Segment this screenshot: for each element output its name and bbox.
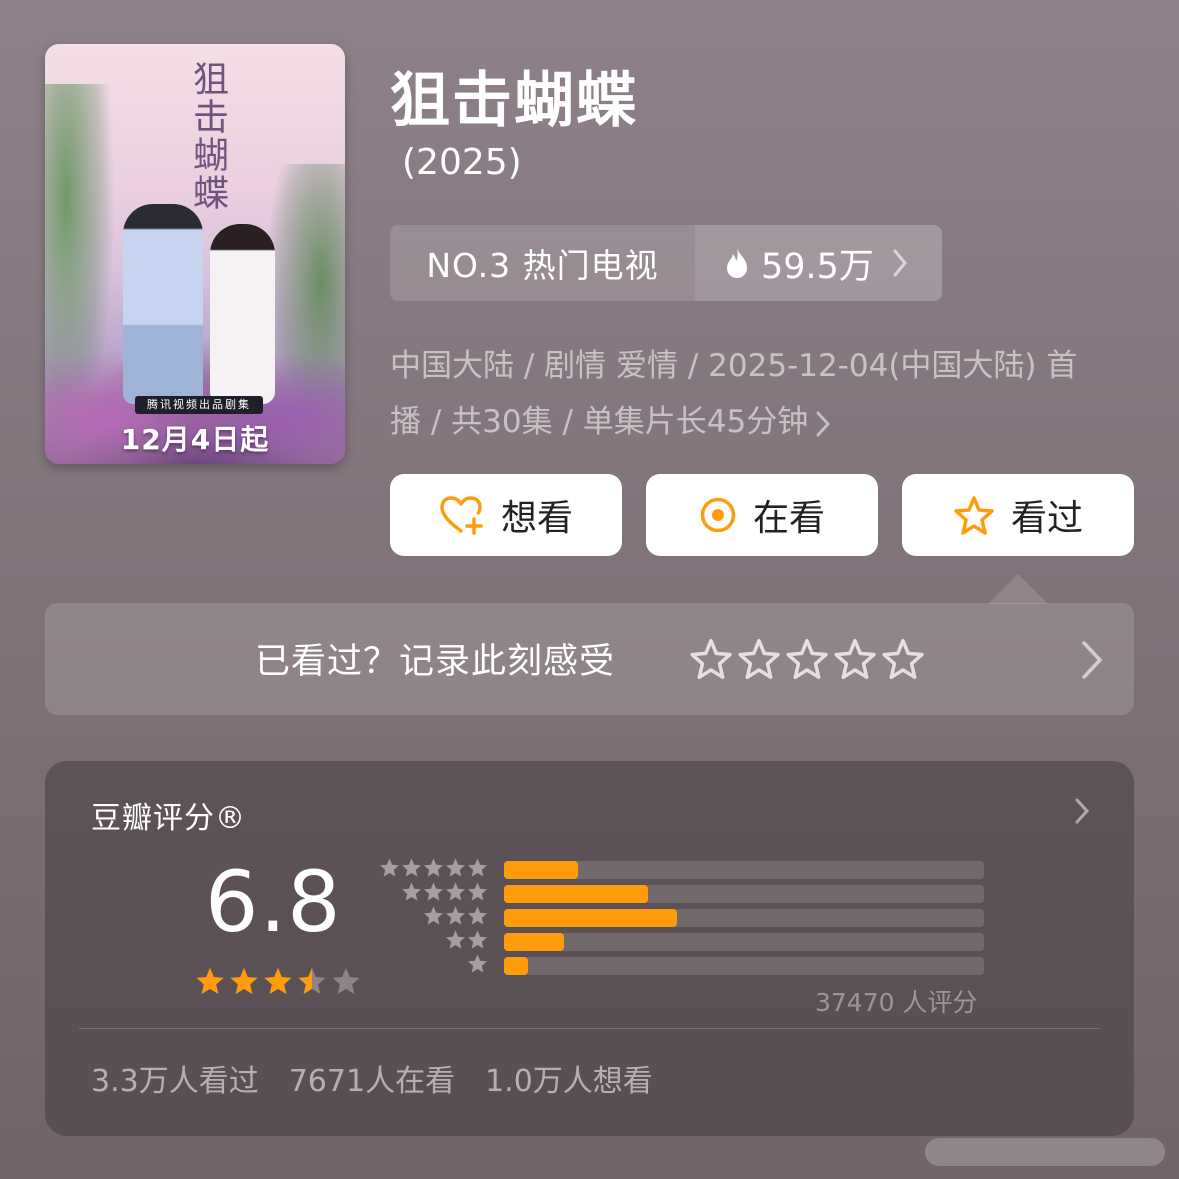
star-icon (468, 882, 487, 901)
distribution-track-1 (504, 957, 984, 975)
record-feeling-bar[interactable]: 已看过？记录此刻感受 (45, 603, 1134, 715)
chevron-right-icon (1075, 798, 1090, 824)
want-label: 想看 (500, 498, 573, 539)
flame-icon (727, 248, 747, 278)
watching-button[interactable]: 在看 (646, 474, 878, 556)
distribution-bar-2 (504, 933, 564, 951)
distribution-stars-1 (378, 953, 488, 974)
rank-pill[interactable]: NO.3 热门电视 59.5万 (390, 225, 942, 301)
distribution-bar-1 (504, 957, 528, 975)
show-year: (2025) (402, 142, 522, 183)
rating-input-star[interactable] (882, 638, 924, 680)
star-icon (446, 882, 465, 901)
target-icon (700, 497, 736, 533)
distribution-stars-2 (378, 929, 488, 950)
chevron-right-icon (893, 249, 907, 277)
distribution-stars-4 (378, 881, 488, 902)
stat-want: 1.0万人想看 (485, 1064, 653, 1099)
watermark (925, 1138, 1165, 1166)
distribution-track-3 (504, 909, 984, 927)
distribution-bar-5 (504, 861, 579, 879)
douban-rating-card[interactable]: 豆瓣评分® 6.8 37470 人评分 3.3万人看过 7671人在看 1.0万… (45, 761, 1134, 1136)
stat-watching: 7671人在看 (288, 1064, 456, 1099)
star-icon (424, 858, 443, 877)
star-icon (196, 967, 224, 994)
rating-input-stars[interactable] (690, 638, 924, 680)
star-icon (298, 967, 326, 994)
watched-label: 看过 (1010, 498, 1083, 539)
star-icon (402, 858, 421, 877)
distribution-track-2 (504, 933, 984, 951)
chevron-right-icon (1082, 641, 1103, 679)
distribution-track-5 (504, 861, 984, 879)
star-icon (468, 858, 487, 877)
poster-title-art: 狙击蝴蝶 (187, 60, 228, 212)
rating-label: 豆瓣评分® (91, 801, 246, 836)
stat-watched: 3.3万人看过 (91, 1064, 259, 1099)
rank-label: NO.3 热门电视 (426, 246, 659, 285)
star-icon (424, 906, 443, 925)
star-icon (954, 496, 994, 535)
divider (79, 1028, 1100, 1029)
poster-image[interactable]: 狙击蝴蝶 腾讯视频出品剧集 12月4日起 (45, 44, 345, 464)
star-icon (446, 858, 465, 877)
star-icon (446, 906, 465, 925)
rating-input-star[interactable] (690, 638, 732, 680)
poster-banner: 腾讯视频出品剧集 (135, 396, 263, 414)
star-icon (402, 882, 421, 901)
poster-actress (210, 224, 275, 404)
show-title: 狙击蝴蝶 (390, 66, 638, 136)
star-icon (264, 967, 292, 994)
meta-line-1: 中国大陆 / 剧情 爱情 / 2025-12-04(中国大陆) 首 (390, 348, 1078, 384)
popover-pointer (988, 574, 1048, 604)
poster-actor (123, 204, 203, 404)
star-icon (446, 930, 465, 949)
meta-line-2-text: 播 / 共30集 / 单集片长45分钟 (390, 404, 809, 440)
distribution-stars-3 (378, 905, 488, 926)
star-icon (230, 967, 258, 994)
rating-score: 6.8 (205, 853, 342, 951)
star-icon (468, 930, 487, 949)
distribution-track-4 (504, 885, 984, 903)
distribution-stars-5 (378, 857, 488, 878)
rating-stars (195, 966, 361, 996)
star-icon (424, 882, 443, 901)
rating-input-star[interactable] (834, 638, 876, 680)
distribution-bar-3 (504, 909, 677, 927)
watching-label: 在看 (752, 498, 825, 539)
star-icon (468, 906, 487, 925)
rating-count: 37470 人评分 (815, 988, 978, 1017)
heat-section[interactable]: 59.5万 (695, 225, 942, 301)
show-meta[interactable]: 中国大陆 / 剧情 爱情 / 2025-12-04(中国大陆) 首 播 / 共3… (390, 338, 1130, 450)
rating-input-star[interactable] (786, 638, 828, 680)
star-icon (380, 858, 399, 877)
heart-plus-icon (440, 496, 483, 535)
watched-button[interactable]: 看过 (902, 474, 1134, 556)
stats-row: 3.3万人看过 7671人在看 1.0万人想看 (91, 1056, 653, 1100)
star-icon (332, 967, 360, 994)
rating-input-star[interactable] (738, 638, 780, 680)
meta-line-2: 播 / 共30集 / 单集片长45分钟 (390, 394, 1130, 450)
heat-value: 59.5万 (761, 246, 874, 287)
poster-date: 12月4日起 (120, 423, 270, 456)
distribution-bar-4 (504, 885, 648, 903)
star-icon (468, 954, 487, 973)
chevron-right-icon (816, 411, 831, 436)
record-prompt: 已看过？记录此刻感受 (255, 642, 616, 682)
want-button[interactable]: 想看 (390, 474, 622, 556)
